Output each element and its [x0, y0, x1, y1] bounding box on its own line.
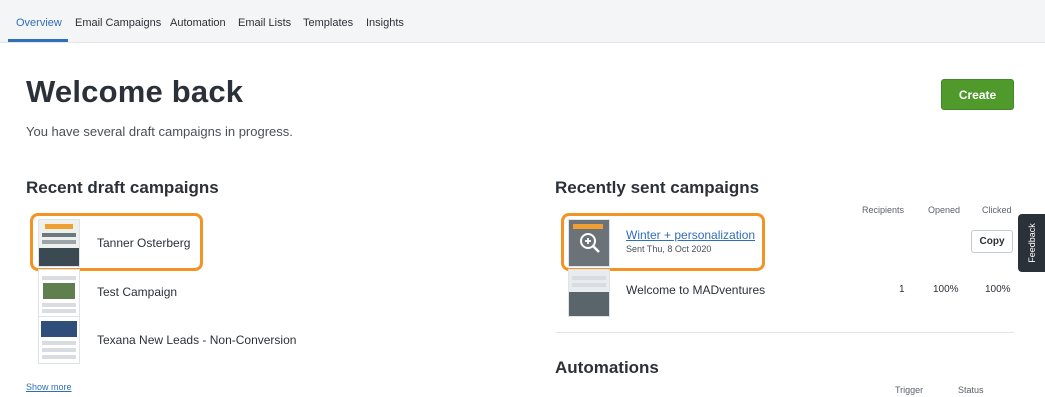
clicked-value: 100% — [985, 284, 1011, 295]
tab-email-lists[interactable]: Email Lists — [238, 17, 291, 29]
top-nav: Overview Email Campaigns Automation Emai… — [0, 0, 1045, 43]
sent-thumbnail[interactable] — [568, 269, 610, 317]
tab-templates[interactable]: Templates — [303, 17, 353, 29]
draft-name[interactable]: Texana New Leads - Non-Conversion — [97, 333, 296, 347]
active-tab-indicator — [8, 39, 68, 42]
opened-value: 100% — [933, 284, 959, 295]
show-more-link[interactable]: Show more — [26, 382, 72, 392]
feedback-tab[interactable]: Feedback — [1018, 214, 1045, 272]
draft-name[interactable]: Test Campaign — [97, 285, 177, 299]
tab-insights[interactable]: Insights — [366, 17, 404, 29]
page-subtitle: You have several draft campaigns in prog… — [26, 124, 293, 139]
section-divider — [555, 332, 1014, 333]
feedback-label: Feedback — [1026, 223, 1037, 263]
highlight-box — [30, 213, 203, 271]
create-button[interactable]: Create — [941, 79, 1014, 110]
tab-overview[interactable]: Overview — [16, 17, 62, 29]
draft-thumbnail[interactable] — [38, 316, 80, 364]
opened-column-header: Opened — [928, 205, 961, 215]
sent-campaign-name[interactable]: Welcome to MADventures — [626, 283, 765, 297]
draft-thumbnail[interactable] — [38, 269, 80, 317]
recipients-column-header: Recipients — [862, 205, 905, 215]
page-title: Welcome back — [26, 74, 244, 109]
status-column-header: Status — [958, 385, 984, 395]
sent-heading: Recently sent campaigns — [555, 178, 760, 197]
clicked-column-header: Clicked — [982, 205, 1012, 215]
tab-automation[interactable]: Automation — [170, 17, 226, 29]
copy-button[interactable]: Copy — [971, 230, 1013, 253]
drafts-heading: Recent draft campaigns — [26, 178, 219, 197]
trigger-column-header: Trigger — [895, 385, 924, 395]
tab-email-campaigns[interactable]: Email Campaigns — [75, 17, 161, 29]
recipients-value: 1 — [899, 284, 905, 295]
automations-heading: Automations — [555, 358, 659, 377]
highlight-box — [561, 213, 765, 271]
